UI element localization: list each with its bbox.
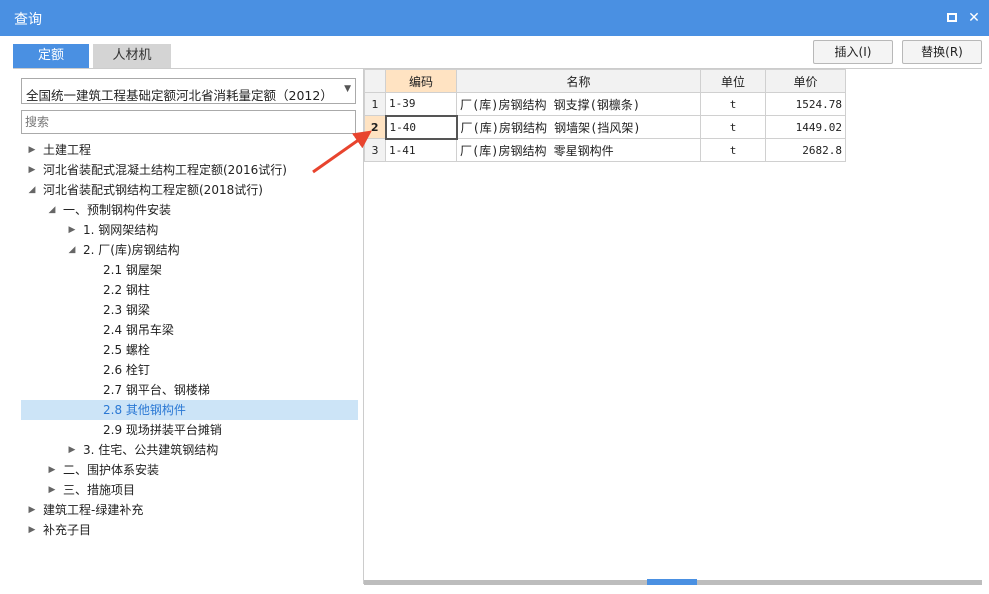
replace-button[interactable]: 替换(R) (902, 40, 982, 64)
scrollbar-handle[interactable] (647, 579, 697, 585)
tree-item[interactable]: ▶ 3. 住宅、公共建筑钢结构 (21, 440, 358, 460)
cell-price[interactable]: 2682.8 (765, 138, 846, 162)
cell-unit[interactable]: t (700, 92, 766, 116)
tree-item[interactable]: 2.8 其他钢构件 (21, 400, 358, 420)
tree-item[interactable]: 2.9 现场拼装平台摊销 (21, 420, 358, 440)
tree-item[interactable]: 2.4 钢吊车梁 (21, 320, 358, 340)
tree-item-label: 河北省装配式混凝土结构工程定额(2016试行) (43, 163, 287, 177)
window-title: 查询 (14, 12, 42, 28)
tree-item-label: 2.4 钢吊车梁 (103, 323, 174, 337)
tree-item[interactable]: ▶ 补充子目 (21, 520, 358, 540)
table-row[interactable]: 2 1-40 厂(库)房钢结构 钢墙架(挡风架) t 1449.02 (364, 114, 846, 140)
tree-item-label: 二、围护体系安装 (63, 463, 160, 477)
close-icon[interactable]: ✕ (966, 10, 982, 26)
tree-item-label: 2.1 钢屋架 (103, 263, 162, 277)
tree-item-label: 2.3 钢梁 (103, 303, 150, 317)
tree-item-label: 2.7 钢平台、钢楼梯 (103, 383, 210, 397)
cell-code[interactable]: 1-39 (385, 92, 457, 116)
table-header-row: 编码 名称 单位 单价 (364, 69, 846, 93)
tree-item[interactable]: 2.1 钢屋架 (21, 260, 358, 280)
header-rownum (364, 69, 386, 93)
maximize-icon[interactable] (944, 10, 960, 26)
tree-item-label: 三、措施项目 (63, 483, 136, 497)
cell-code[interactable]: 1-40 (384, 114, 458, 140)
quota-library-select[interactable]: 全国统一建筑工程基础定额河北省消耗量定额（2012） ▼ (21, 78, 356, 104)
cell-price[interactable]: 1524.78 (765, 92, 846, 116)
tab-dinge[interactable]: 定额 (13, 44, 89, 68)
collapse-icon[interactable]: ◢ (47, 200, 57, 220)
expand-icon[interactable]: ▶ (47, 480, 57, 500)
tree-item-label: 2.5 螺栓 (103, 343, 150, 357)
cell-code[interactable]: 1-41 (385, 138, 457, 162)
cell-price[interactable]: 1449.02 (765, 115, 846, 139)
header-unit[interactable]: 单位 (700, 69, 766, 93)
collapse-icon[interactable]: ◢ (27, 180, 37, 200)
tree-item[interactable]: ▶ 二、围护体系安装 (21, 460, 358, 480)
expand-icon[interactable]: ▶ (27, 500, 37, 520)
tab-rencaiji[interactable]: 人材机 (93, 44, 171, 68)
cell-name[interactable]: 厂(库)房钢结构 零星钢构件 (456, 138, 701, 162)
expand-icon[interactable]: ▶ (27, 520, 37, 540)
quota-table: 编码 名称 单位 单价 1 1-39 厂(库)房钢结构 钢支撑(钢檩条) t 1… (364, 69, 846, 162)
title-bar: 查询 ✕ (0, 0, 989, 36)
header-code[interactable]: 编码 (385, 69, 457, 93)
tree-item[interactable]: ◢ 一、预制钢构件安装 (21, 200, 358, 220)
tree-item[interactable]: 2.2 钢柱 (21, 280, 358, 300)
tree-item-label: 建筑工程-绿建补充 (43, 503, 144, 517)
cell-name[interactable]: 厂(库)房钢结构 钢支撑(钢檩条) (456, 92, 701, 116)
tree-item[interactable]: ◢ 2. 厂(库)房钢结构 (21, 240, 358, 260)
table-row[interactable]: 3 1-41 厂(库)房钢结构 零星钢构件 t 2682.8 (364, 138, 846, 162)
tree-item-label: 2.8 其他钢构件 (103, 403, 186, 417)
collapse-icon[interactable]: ◢ (67, 240, 77, 260)
cell-unit[interactable]: t (700, 115, 766, 139)
horizontal-scrollbar[interactable] (364, 579, 982, 585)
header-price[interactable]: 单价 (765, 69, 846, 93)
tree-item-label: 2.2 钢柱 (103, 283, 150, 297)
cell-name[interactable]: 厂(库)房钢结构 钢墙架(挡风架) (456, 115, 701, 139)
tree-item-label: 3. 住宅、公共建筑钢结构 (83, 443, 219, 457)
header-name[interactable]: 名称 (456, 69, 701, 93)
tree-item[interactable]: ◢ 河北省装配式钢结构工程定额(2018试行) (21, 180, 358, 200)
tree-item-label: 河北省装配式钢结构工程定额(2018试行) (43, 183, 263, 197)
cell-unit[interactable]: t (700, 138, 766, 162)
tree-item-label: 2.6 栓钉 (103, 363, 150, 377)
tree-item-label: 一、预制钢构件安装 (63, 203, 172, 217)
tree-item[interactable]: 2.7 钢平台、钢楼梯 (21, 380, 358, 400)
dropdown-arrow-icon: ▼ (344, 84, 351, 94)
tree-item[interactable]: 2.6 栓钉 (21, 360, 358, 380)
tree-item-label: 2.9 现场拼装平台摊销 (103, 423, 222, 437)
tree-item[interactable]: ▶ 建筑工程-绿建补充 (21, 500, 358, 520)
tree-item[interactable]: ▶ 三、措施项目 (21, 480, 358, 500)
expand-icon[interactable]: ▶ (27, 140, 37, 160)
tree-item-label: 1. 钢网架结构 (83, 223, 159, 237)
expand-icon[interactable]: ▶ (27, 160, 37, 180)
tree-item[interactable]: ▶ 1. 钢网架结构 (21, 220, 358, 240)
tree-item-label: 2. 厂(库)房钢结构 (83, 243, 180, 257)
expand-icon[interactable]: ▶ (67, 440, 77, 460)
quota-library-value: 全国统一建筑工程基础定额河北省消耗量定额（2012） (26, 88, 333, 103)
tree-item-label: 土建工程 (43, 143, 92, 157)
expand-icon[interactable]: ▶ (67, 220, 77, 240)
table-row[interactable]: 1 1-39 厂(库)房钢结构 钢支撑(钢檩条) t 1524.78 (364, 92, 846, 116)
tree-item[interactable]: 2.5 螺栓 (21, 340, 358, 360)
grid-area: 编码 名称 单位 单价 1 1-39 厂(库)房钢结构 钢支撑(钢檩条) t 1… (364, 69, 982, 585)
annotation-arrow-icon (312, 130, 372, 174)
tree-item-label: 补充子目 (43, 523, 92, 537)
insert-button[interactable]: 插入(I) (813, 40, 893, 64)
chapter-tree: ▶ 土建工程 ▶ 河北省装配式混凝土结构工程定额(2016试行) ◢ 河北省装配式钢结构工… (21, 140, 358, 540)
expand-icon[interactable]: ▶ (47, 460, 57, 480)
tree-item[interactable]: 2.3 钢梁 (21, 300, 358, 320)
